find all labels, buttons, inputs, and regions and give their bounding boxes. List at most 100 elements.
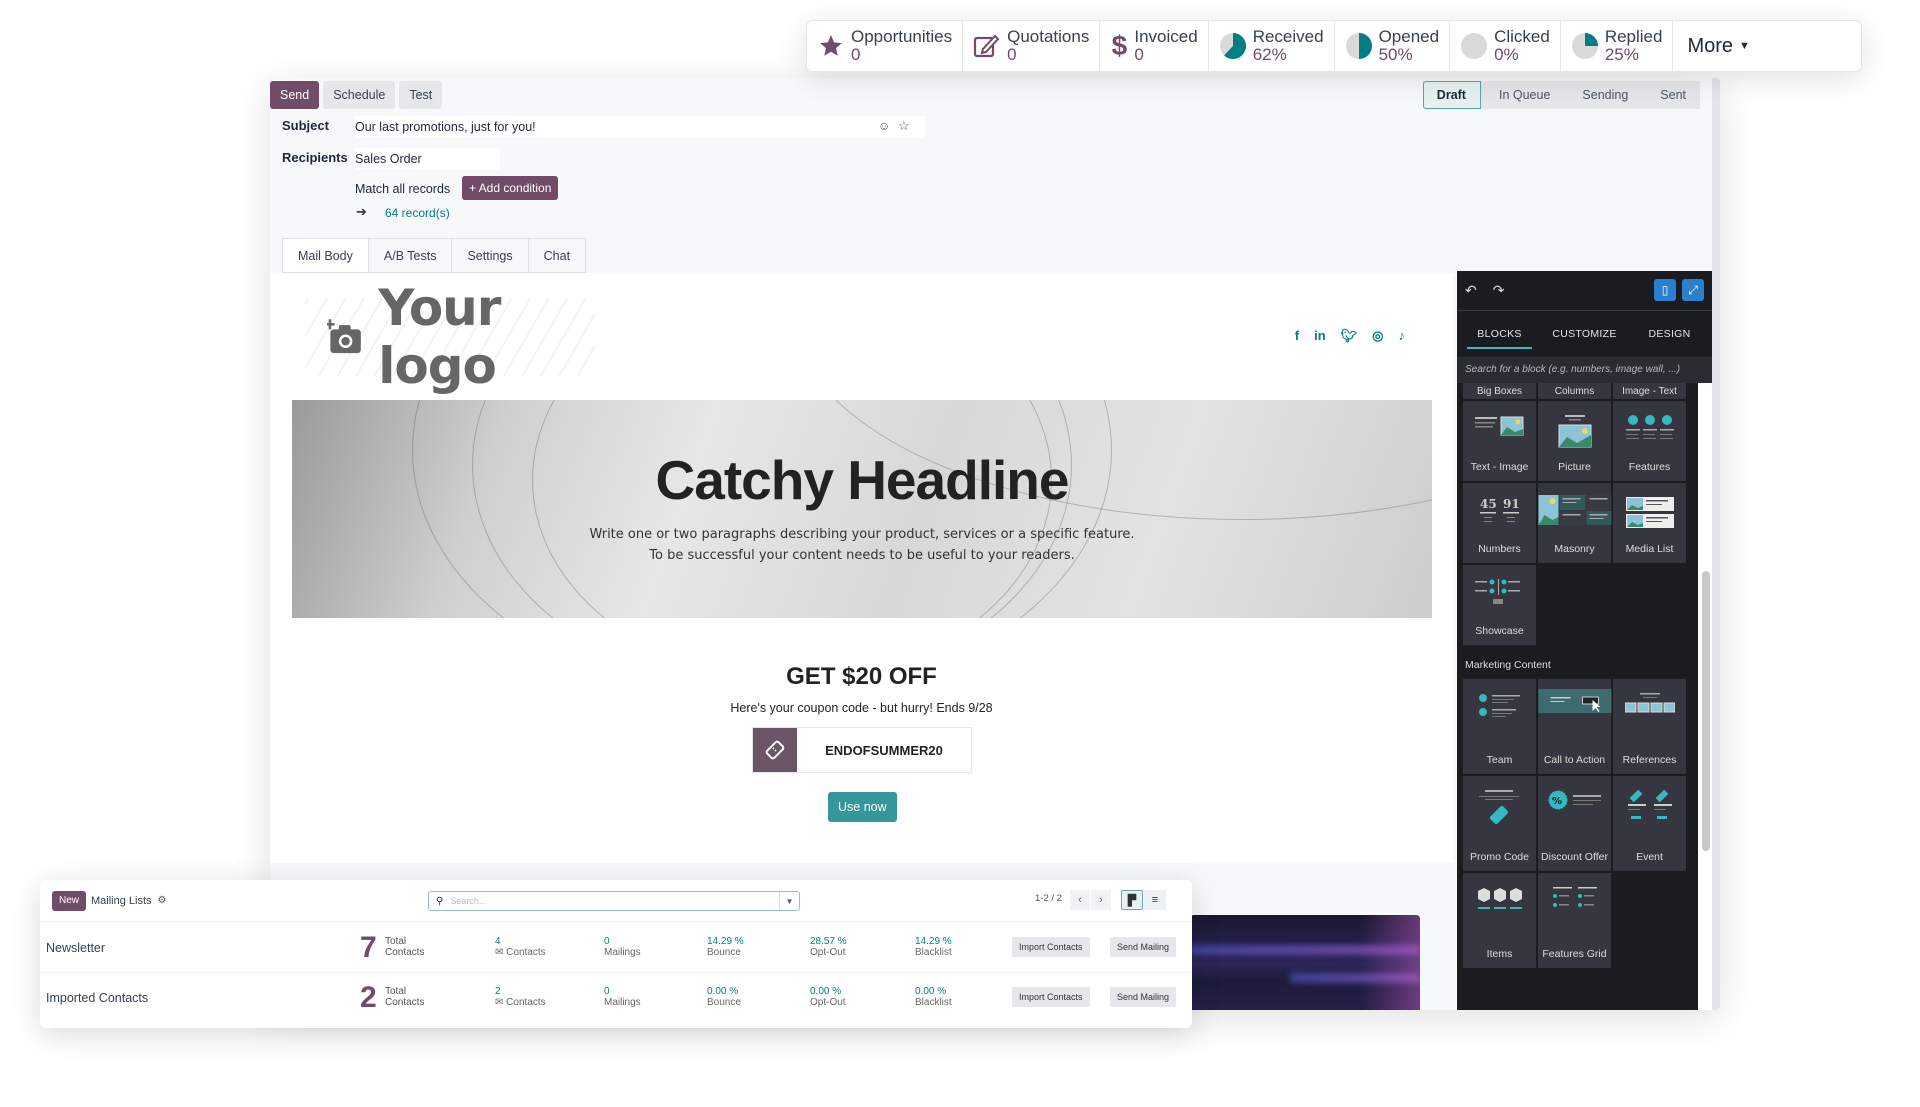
- search-options-toggle[interactable]: ▼: [779, 892, 799, 910]
- optout-stat[interactable]: 0.00 % Opt-Out: [810, 986, 846, 1008]
- tab-settings[interactable]: Settings: [452, 238, 529, 272]
- mobile-preview-icon[interactable]: ▯: [1654, 279, 1676, 301]
- test-button[interactable]: Test: [399, 81, 443, 109]
- fullscreen-icon[interactable]: ⤢: [1682, 279, 1704, 301]
- linkedin-icon[interactable]: in: [1314, 328, 1326, 344]
- stat-value: 14.29 %: [915, 936, 952, 947]
- sidebar-toolbar: ↶ ↷ ▯ ⤢: [1457, 271, 1712, 311]
- block-search-input[interactable]: Search for a block (e.g. numbers, image …: [1457, 357, 1712, 383]
- mass-mailing-form-window: Send Schedule Test Draft In Queue Sendin…: [270, 78, 1720, 1010]
- tab-ab-tests[interactable]: A/B Tests: [368, 238, 453, 272]
- new-mailing-list-button[interactable]: New: [52, 890, 87, 911]
- gear-icon[interactable]: ⚙: [158, 895, 167, 906]
- records-count-link[interactable]: 64 record(s): [385, 206, 450, 220]
- stat-replied[interactable]: Replied 25%: [1561, 21, 1674, 71]
- stat-received[interactable]: Received 62%: [1209, 21, 1335, 71]
- block-features[interactable]: Features: [1613, 401, 1686, 481]
- undo-icon[interactable]: ↶: [1465, 282, 1477, 299]
- stat-opportunities[interactable]: Opportunities 0: [807, 21, 964, 71]
- send-button[interactable]: Send: [270, 81, 320, 109]
- contacts-stat[interactable]: 4 ✉ Contacts: [495, 936, 546, 958]
- facebook-icon[interactable]: f: [1295, 328, 1299, 344]
- kanban-view-button[interactable]: ▛: [1121, 890, 1143, 910]
- import-contacts-button[interactable]: Import Contacts: [1012, 987, 1090, 1007]
- stat-quotations[interactable]: Quotations 0: [963, 21, 1101, 71]
- block-event[interactable]: Event: [1613, 776, 1686, 871]
- window-scrollbar[interactable]: [1712, 78, 1720, 1010]
- mailing-list-row[interactable]: Imported Contacts 2 Total Contacts 2 ✉ Co…: [40, 973, 1192, 1023]
- import-contacts-button[interactable]: Import Contacts: [1012, 937, 1090, 957]
- star-icon[interactable]: ☆: [898, 118, 910, 134]
- subject-value: Our last promotions, just for you!: [355, 120, 536, 134]
- block-media-list[interactable]: Media List: [1613, 483, 1686, 563]
- send-mailing-button[interactable]: Send Mailing: [1110, 937, 1177, 957]
- mailings-stat[interactable]: 0 Mailings: [604, 936, 641, 958]
- block-numbers[interactable]: 45 91 Numbers: [1463, 483, 1536, 563]
- dark-banner-image[interactable]: [1190, 915, 1420, 1010]
- stage-sending[interactable]: Sending: [1564, 81, 1642, 109]
- search-input[interactable]: ⚲ Search... ▼: [428, 891, 800, 911]
- block-features-grid[interactable]: Features Grid: [1538, 873, 1611, 968]
- use-now-button[interactable]: Use now: [828, 792, 897, 822]
- block-discount-offer[interactable]: % Discount Offer: [1538, 776, 1611, 871]
- tab-design[interactable]: DESIGN: [1627, 313, 1712, 355]
- stat-opened[interactable]: Opened 50%: [1335, 21, 1451, 71]
- next-page-button[interactable]: ›: [1091, 890, 1111, 910]
- coupon-box[interactable]: ENDOFSUMMER20: [752, 727, 972, 773]
- mailing-list-row[interactable]: Newsletter 7 Total Contacts 4 ✉ Contacts …: [40, 923, 1192, 973]
- redo-icon[interactable]: ↷: [1493, 282, 1505, 299]
- pager-value[interactable]: 1-2 / 2: [1035, 893, 1062, 904]
- block-columns[interactable]: Columns: [1538, 383, 1611, 399]
- total-count: 2: [360, 981, 377, 1014]
- add-condition-button[interactable]: + Add condition: [462, 176, 559, 200]
- tab-blocks[interactable]: BLOCKS: [1457, 313, 1542, 355]
- emoji-icon[interactable]: ☺: [878, 119, 890, 133]
- more-stats-dropdown[interactable]: More ▼: [1673, 21, 1763, 71]
- list-view-button[interactable]: ≡: [1144, 890, 1166, 910]
- bounce-stat[interactable]: 14.29 % Bounce: [707, 936, 744, 958]
- schedule-button[interactable]: Schedule: [323, 81, 396, 109]
- block-image-text[interactable]: Image - Text: [1613, 383, 1686, 399]
- discount-offer-icon: %: [1548, 790, 1601, 810]
- block-team[interactable]: Team: [1463, 679, 1536, 774]
- hero-banner[interactable]: Catchy Headline Write one or two paragra…: [292, 400, 1432, 618]
- stat-clicked[interactable]: Clicked 0%: [1450, 21, 1561, 71]
- stat-invoiced[interactable]: $ Invoiced 0: [1100, 21, 1209, 71]
- contacts-stat[interactable]: 2 ✉ Contacts: [495, 986, 546, 1008]
- block-big-boxes[interactable]: Big Boxes: [1463, 383, 1536, 399]
- more-label: More: [1687, 34, 1734, 57]
- block-masonry[interactable]: Masonry: [1538, 483, 1611, 563]
- blacklist-stat[interactable]: 0.00 % Blacklist: [915, 986, 952, 1008]
- tab-mail-body[interactable]: Mail Body: [282, 238, 369, 272]
- ticket-icon: [753, 728, 797, 772]
- tab-customize[interactable]: CUSTOMIZE: [1542, 313, 1627, 355]
- status-bar: Draft In Queue Sending Sent: [1422, 81, 1700, 109]
- stage-in-queue[interactable]: In Queue: [1481, 81, 1564, 109]
- previous-page-button[interactable]: ‹: [1070, 890, 1090, 910]
- twitter-icon[interactable]: 🐦︎: [1341, 328, 1358, 344]
- total-label: Total Contacts: [385, 986, 425, 1008]
- stage-draft[interactable]: Draft: [1422, 81, 1481, 109]
- recipients-model-select[interactable]: Sales Order: [355, 148, 500, 170]
- block-showcase[interactable]: Showcase: [1463, 565, 1536, 645]
- block-text-image[interactable]: Text - Image: [1463, 401, 1536, 481]
- block-picture[interactable]: Picture: [1538, 401, 1611, 481]
- optout-stat[interactable]: 28.57 % Opt-Out: [810, 936, 847, 958]
- block-call-to-action[interactable]: Call to Action: [1538, 679, 1611, 774]
- subject-input[interactable]: Our last promotions, just for you!: [355, 116, 925, 138]
- bounce-stat[interactable]: 0.00 % Bounce: [707, 986, 741, 1008]
- block-promo-code[interactable]: Promo Code: [1463, 776, 1536, 871]
- blacklist-stat[interactable]: 14.29 % Blacklist: [915, 936, 952, 958]
- sidebar-scrollbar[interactable]: [1702, 571, 1710, 851]
- block-references[interactable]: References: [1613, 679, 1686, 774]
- tiktok-icon[interactable]: ♪: [1399, 328, 1406, 344]
- block-label: Showcase: [1475, 625, 1524, 637]
- tab-chat[interactable]: Chat: [528, 238, 587, 272]
- block-items[interactable]: Items: [1463, 873, 1536, 968]
- instagram-icon[interactable]: ◎: [1372, 328, 1383, 344]
- send-mailing-button[interactable]: Send Mailing: [1110, 987, 1177, 1007]
- mailings-stat[interactable]: 0 Mailings: [604, 986, 641, 1008]
- stage-sent[interactable]: Sent: [1642, 81, 1700, 109]
- stat-value: 0: [851, 45, 861, 64]
- logo-placeholder[interactable]: Your logo: [305, 279, 595, 395]
